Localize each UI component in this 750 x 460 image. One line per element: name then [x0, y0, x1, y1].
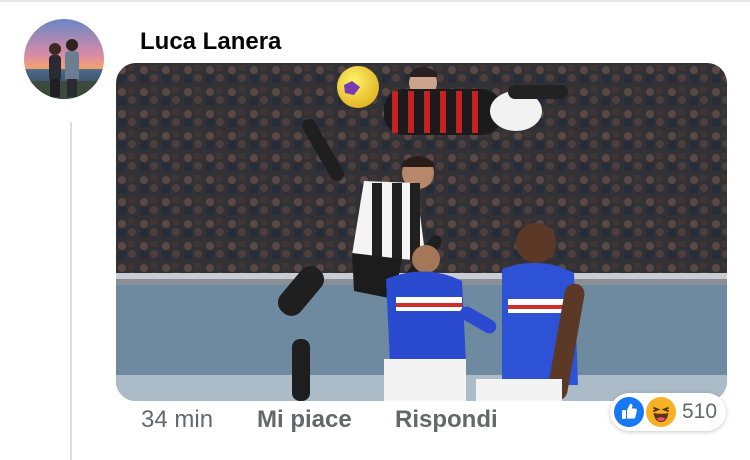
comment-photo[interactable]: [116, 63, 727, 401]
avatar[interactable]: [24, 19, 104, 99]
reactions-summary[interactable]: 510: [610, 393, 726, 431]
reply-button[interactable]: Rispondi: [395, 406, 498, 434]
top-divider: [0, 0, 750, 2]
haha-icon: [646, 397, 676, 427]
like-icon: [614, 397, 644, 427]
comment-author[interactable]: Luca Lanera: [140, 28, 281, 56]
thread-line: [70, 122, 72, 460]
comment-time[interactable]: 34 min: [141, 406, 213, 434]
like-button[interactable]: Mi piace: [257, 406, 352, 434]
reaction-count: 510: [682, 400, 718, 423]
